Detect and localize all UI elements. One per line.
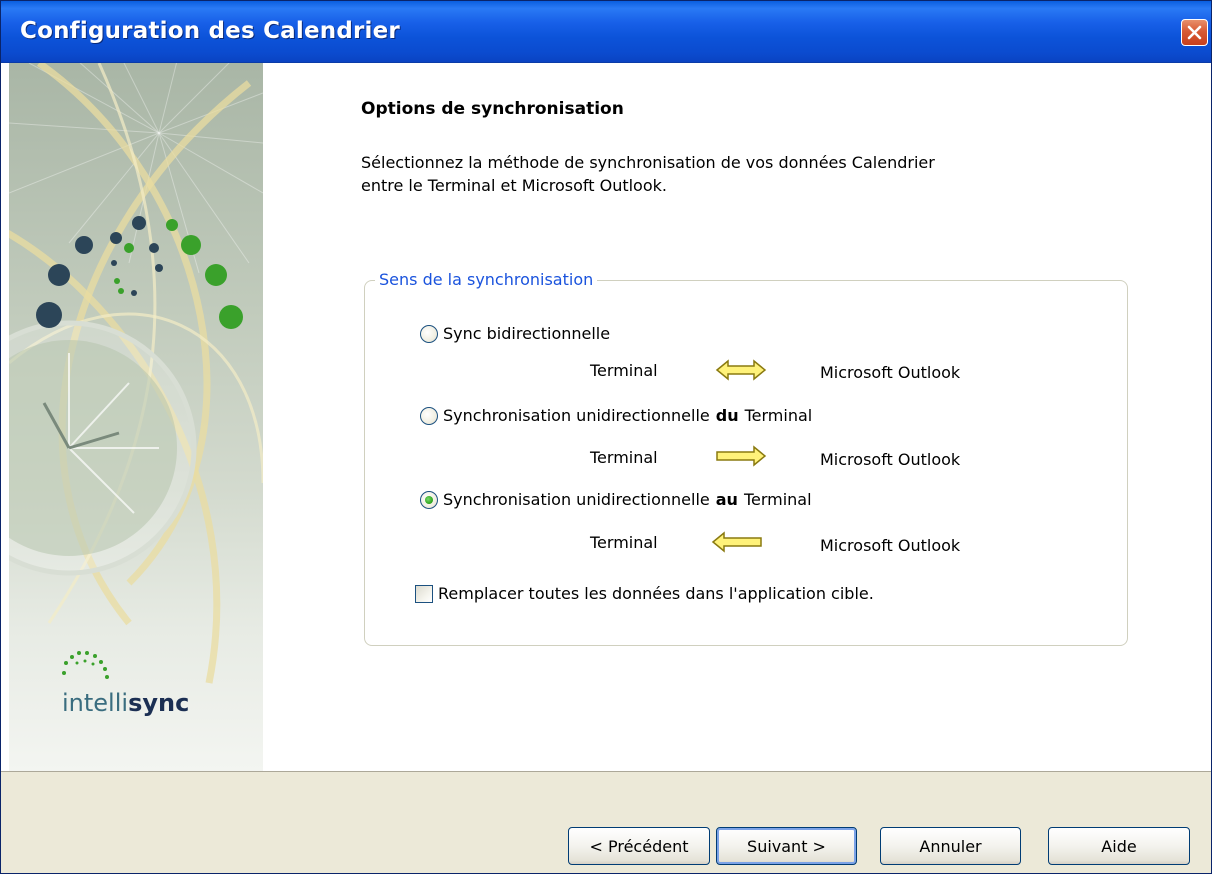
back-button[interactable]: < Précédent	[568, 827, 710, 865]
outlook-label: Microsoft Outlook	[820, 450, 961, 469]
button-bar: < Précédent Suivant > Annuler Aide	[1, 771, 1211, 873]
option-bidirectional[interactable]: Sync bidirectionnelle	[420, 324, 610, 343]
help-button[interactable]: Aide	[1048, 827, 1190, 865]
option-label: Synchronisation unidirectionnelle	[443, 490, 710, 509]
radio-from-terminal[interactable]	[420, 406, 438, 425]
cancel-button[interactable]: Annuler	[880, 827, 1021, 865]
close-icon	[1187, 25, 1202, 40]
intellisync-logo: intellisync	[62, 689, 190, 717]
terminal-label: Terminal	[590, 448, 658, 467]
content-panel: Options de synchronisation Sélectionnez …	[263, 63, 1211, 771]
left-arrow-icon	[711, 531, 762, 553]
option-label-bold: du	[715, 406, 739, 425]
right-arrow-icon	[716, 445, 767, 467]
page-heading: Options de synchronisation	[361, 99, 624, 119]
next-button[interactable]: Suivant >	[716, 827, 857, 865]
title-bar[interactable]: Configuration des Calendrier	[1, 1, 1211, 63]
double-arrow-icon	[715, 359, 767, 381]
option-label: Synchronisation unidirectionnelle	[443, 406, 710, 425]
replace-all-label: Remplacer toutes les données dans l'appl…	[438, 584, 874, 603]
group-legend: Sens de la synchronisation	[375, 270, 598, 289]
option-to-terminal[interactable]: Synchronisation unidirectionnelle au Ter…	[420, 490, 812, 509]
window-title: Configuration des Calendrier	[20, 18, 400, 44]
terminal-label: Terminal	[590, 533, 658, 552]
option-label: Sync bidirectionnelle	[443, 324, 611, 343]
dialog-window: Configuration des Calendrier intellisync…	[0, 0, 1212, 874]
option-label-suffix: Terminal	[744, 406, 813, 425]
radio-to-terminal[interactable]	[420, 490, 438, 509]
option-label-bold: au	[715, 490, 738, 509]
sync-illustration	[9, 63, 263, 684]
side-banner: intellisync	[9, 63, 263, 771]
replace-all-checkbox[interactable]	[415, 584, 433, 603]
replace-all-option[interactable]: Remplacer toutes les données dans l'appl…	[415, 584, 874, 603]
page-description: Sélectionnez la méthode de synchronisati…	[361, 153, 935, 195]
terminal-label: Terminal	[590, 361, 658, 380]
sync-direction-group: Sens de la synchronisation Sync bidirect…	[364, 270, 1128, 646]
option-from-terminal[interactable]: Synchronisation unidirectionnelle du Ter…	[420, 406, 812, 425]
outlook-label: Microsoft Outlook	[820, 536, 961, 555]
radio-bidirectional[interactable]	[420, 324, 438, 343]
outlook-label: Microsoft Outlook	[820, 363, 961, 382]
option-label-suffix: Terminal	[743, 490, 812, 509]
close-button[interactable]	[1181, 19, 1208, 46]
